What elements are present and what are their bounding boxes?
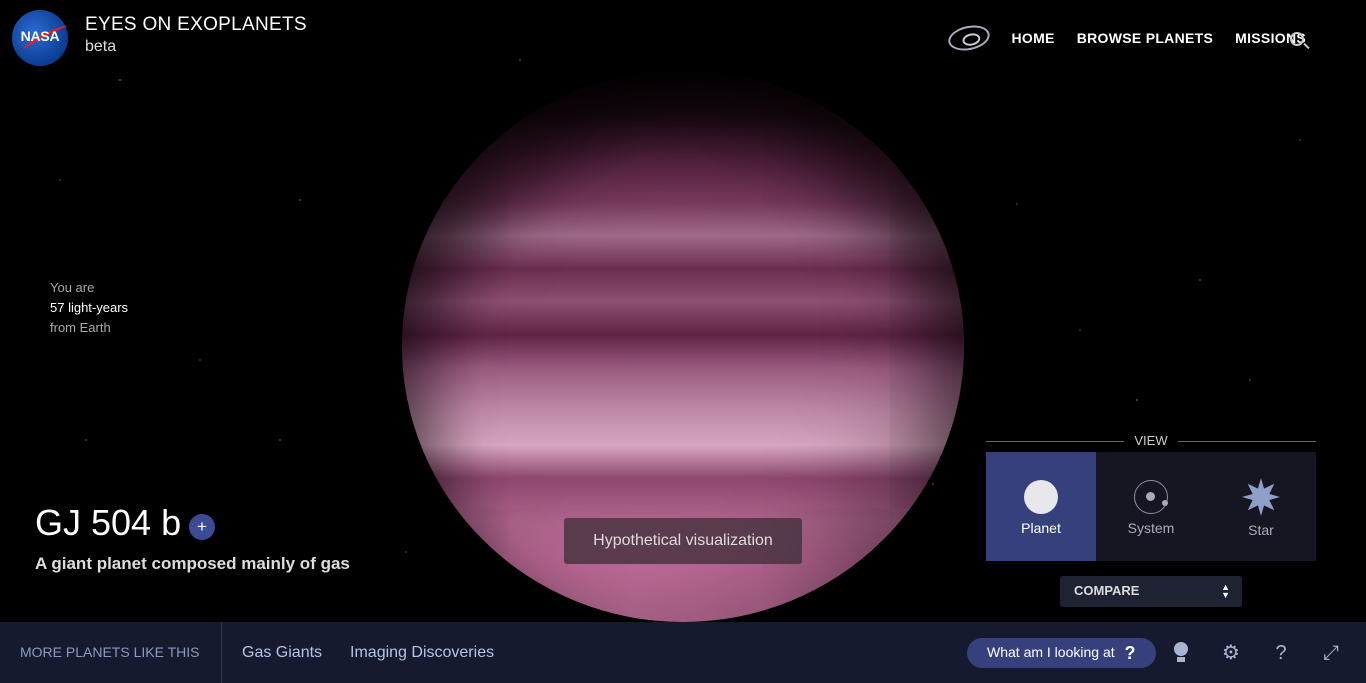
- nav-home[interactable]: HOME: [1012, 30, 1055, 46]
- compare-dropdown[interactable]: COMPARE ▲ ▼: [1060, 576, 1242, 607]
- app-subtitle: beta: [85, 38, 117, 55]
- view-label: VIEW: [986, 433, 1316, 448]
- distance-value: 57 light-years: [50, 300, 129, 315]
- more-planets-label: MORE PLANETS LIKE THIS: [0, 622, 222, 683]
- nasa-logo[interactable]: NASA: [12, 10, 69, 66]
- view-star-label: Star: [1248, 522, 1274, 538]
- what-am-i-looking-at-button[interactable]: What am I looking at ?: [967, 638, 1156, 668]
- view-planet-button[interactable]: Planet: [986, 452, 1096, 561]
- view-options: Planet System Star: [986, 452, 1316, 561]
- view-system-button[interactable]: System: [1096, 452, 1206, 561]
- planet-name: GJ 504 b: [35, 502, 182, 543]
- search-icon[interactable]: [1290, 32, 1304, 46]
- fullscreen-icon[interactable]: ⤢: [1318, 640, 1344, 666]
- top-nav: HOME BROWSE PLANETS MISSIONS: [945, 21, 1307, 55]
- tag-gas-giants[interactable]: Gas Giants: [242, 644, 322, 662]
- system-icon: [1134, 480, 1168, 514]
- distance-line1: You are: [50, 280, 95, 295]
- add-planet-button[interactable]: +: [189, 514, 215, 540]
- planet-description: A giant planet composed mainly of gas: [35, 554, 350, 573]
- logo-text: NASA: [20, 28, 60, 44]
- planet-icon: [1024, 480, 1058, 514]
- tag-imaging-discoveries[interactable]: Imaging Discoveries: [350, 644, 494, 662]
- gear-icon[interactable]: ⚙: [1218, 640, 1244, 666]
- compare-label: COMPARE: [1074, 583, 1140, 598]
- hypothetical-visualization-label: Hypothetical visualization: [564, 518, 802, 564]
- distance-line3: from Earth: [50, 320, 111, 335]
- distance-info: You are 57 light-years from Earth: [50, 278, 128, 338]
- question-icon: ?: [1124, 643, 1136, 663]
- view-system-label: System: [1127, 520, 1175, 536]
- star-icon: [1242, 478, 1280, 516]
- view-planet-label: Planet: [1021, 520, 1061, 536]
- galaxy-icon[interactable]: [945, 21, 992, 55]
- app-title: EYES ON EXOPLANETS: [85, 14, 307, 35]
- view-star-button[interactable]: Star: [1206, 452, 1316, 561]
- lightbulb-icon[interactable]: [1168, 640, 1194, 666]
- help-icon[interactable]: ?: [1268, 640, 1294, 666]
- bottom-bar: MORE PLANETS LIKE THIS Gas Giants Imagin…: [0, 622, 1366, 683]
- what-label: What am I looking at: [987, 644, 1115, 660]
- updown-arrows-icon: ▲ ▼: [1221, 582, 1230, 600]
- nav-browse-planets[interactable]: BROWSE PLANETS: [1077, 30, 1213, 46]
